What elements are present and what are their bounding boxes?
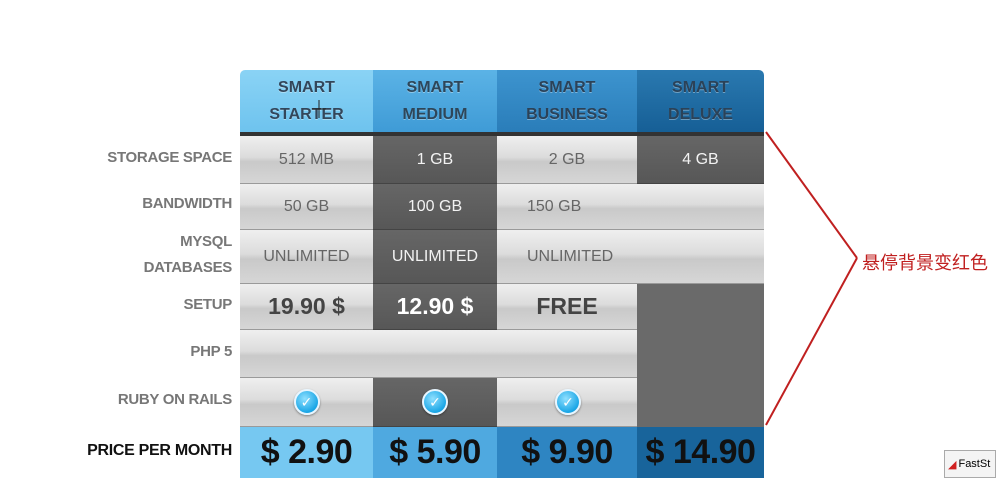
plan-name-line2: MEDIUM — [402, 106, 468, 123]
cell-ruby-medium[interactable]: ✓ — [373, 378, 497, 427]
plan-header-medium[interactable]: SMART MEDIUM — [373, 70, 497, 132]
price-business[interactable]: $ 9.90 — [497, 427, 637, 478]
plan-header-starter[interactable]: SMART STARTER — [240, 70, 373, 132]
cell-setup-medium[interactable]: 12.90 $ — [373, 284, 497, 330]
row-label-bandwidth: BANDWIDTH — [142, 195, 232, 212]
cell-storage-starter[interactable]: 512 MB — [240, 136, 373, 184]
row-label-mysql: MYSQL DATABASES — [56, 229, 233, 281]
price-medium[interactable]: $ 5.90 — [373, 427, 497, 478]
check-circle-icon: ✓ — [293, 389, 320, 415]
cell-mysql-business[interactable]: UNLIMITED — [497, 230, 764, 284]
faststone-label: FastSt — [958, 458, 991, 470]
price-starter[interactable]: $ 2.90 — [240, 427, 373, 478]
row-label-mysql-line1: MYSQL — [180, 233, 232, 250]
check-circle-icon: ✓ — [422, 389, 448, 415]
plan-name-line1: SMART — [406, 79, 464, 96]
cell-bandwidth-starter[interactable]: 50 GB — [240, 184, 373, 230]
plan-name-line2: DELUXE — [668, 106, 733, 123]
row-label-storage: STORAGE SPACE — [107, 149, 232, 166]
cell-bandwidth-medium[interactable]: 100 GB — [373, 184, 497, 230]
cell-storage-business[interactable]: 2 GB — [497, 136, 637, 184]
faststone-capture-button[interactable]: ◢ FastSt — [944, 450, 996, 478]
pricing-table: SMART STARTER SMART MEDIUM SMART BUSINESS S… — [240, 70, 764, 478]
row-label-price: PRICE PER MONTH — [87, 442, 232, 459]
plan-name-line1: SMART — [278, 79, 335, 96]
cell-bandwidth-business[interactable]: 150 GB — [497, 184, 764, 230]
cell-ruby-business[interactable]: ✓ — [497, 378, 637, 427]
faststone-logo-icon: ◢ — [948, 458, 957, 471]
annotation-text: 悬停背景变红色 — [862, 253, 988, 274]
row-label-setup: SETUP — [183, 296, 232, 313]
cursor-crosshair-icon — [312, 100, 326, 118]
price-deluxe[interactable]: $ 14.90 — [637, 427, 764, 478]
check-circle-icon: ✓ — [555, 389, 581, 415]
cell-setup-business[interactable]: FREE — [497, 284, 637, 330]
row-label-mysql-line2: DATABASES — [143, 259, 233, 276]
cell-storage-medium[interactable]: 1 GB — [373, 136, 497, 184]
cell-ruby-starter[interactable]: ✓ — [240, 378, 373, 427]
row-label-php: PHP 5 — [190, 343, 232, 360]
cell-storage-deluxe[interactable]: 4 GB — [637, 136, 764, 184]
plan-header-business[interactable]: SMART BUSINESS — [497, 70, 637, 132]
cell-deluxe-hover-block[interactable] — [637, 284, 764, 427]
plan-name-line2: BUSINESS — [526, 106, 608, 123]
cell-mysql-medium[interactable]: UNLIMITED — [373, 230, 497, 284]
row-label-ruby: RUBY ON RAILS — [117, 391, 232, 408]
plan-header-deluxe[interactable]: SMART DELUXE — [637, 70, 764, 132]
plan-name-line1: SMART — [538, 79, 596, 96]
cell-mysql-starter[interactable]: UNLIMITED — [240, 230, 373, 284]
annotation-bracket — [765, 131, 858, 426]
cell-php-row[interactable] — [240, 330, 637, 378]
cell-setup-starter[interactable]: 19.90 $ — [240, 284, 373, 330]
plan-name-line1: SMART — [672, 79, 729, 96]
plan-name-line2: STARTER — [269, 106, 344, 123]
